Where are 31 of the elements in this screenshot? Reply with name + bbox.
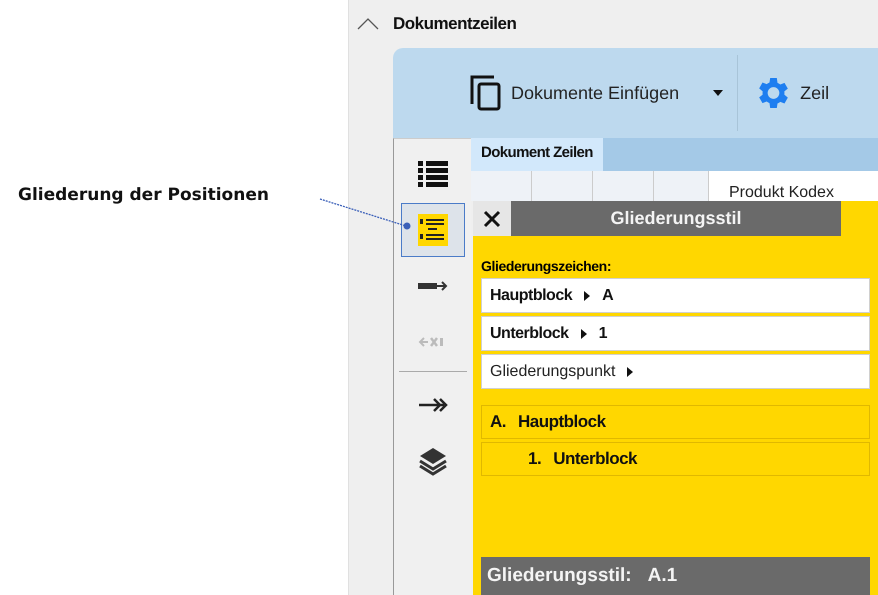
indent-icon bbox=[418, 280, 448, 292]
column-header bbox=[654, 171, 709, 201]
field-label: Gliederungszeichen: bbox=[480, 257, 612, 272]
caret-icon bbox=[713, 90, 724, 96]
preview-row: A. Hauptblock bbox=[481, 405, 870, 439]
close-icon bbox=[483, 210, 501, 228]
toolbar-button[interactable]: Dokumente Einfügen bbox=[469, 74, 724, 112]
close-button[interactable] bbox=[473, 201, 511, 236]
collapse-icon[interactable] bbox=[357, 18, 379, 30]
style-summary-bar: Gliederungsstil: A.1 bbox=[481, 557, 870, 595]
copy-icon bbox=[469, 74, 503, 112]
caret-icon bbox=[584, 290, 590, 300]
toolbar-button[interactable]: Zeil bbox=[752, 73, 830, 113]
caret-icon bbox=[580, 328, 587, 338]
level-row[interactable]: Gliederungspunkt bbox=[481, 354, 870, 389]
caret-icon bbox=[627, 366, 634, 376]
numbered-list-icon bbox=[418, 214, 448, 246]
list-icon bbox=[416, 158, 448, 190]
level-row[interactable]: Unterblock 1 bbox=[481, 316, 870, 351]
preview-row: 1. Unterblock bbox=[481, 442, 870, 476]
section-title: Dokumentzeilen bbox=[393, 14, 516, 34]
level-row[interactable]: Hauptblock A bbox=[481, 278, 870, 313]
column-header bbox=[593, 171, 654, 201]
column-header bbox=[532, 171, 593, 201]
layers-icon bbox=[418, 445, 448, 477]
column-header: Produkt Kodex bbox=[728, 183, 834, 201]
callout-label: Gliederung der Positionen bbox=[18, 185, 269, 205]
tab[interactable]: Dokument Zeilen bbox=[471, 138, 603, 171]
tool-button[interactable] bbox=[400, 203, 464, 257]
double-arrow-icon bbox=[418, 397, 448, 413]
popup-title: Gliederungsstil bbox=[511, 201, 841, 236]
